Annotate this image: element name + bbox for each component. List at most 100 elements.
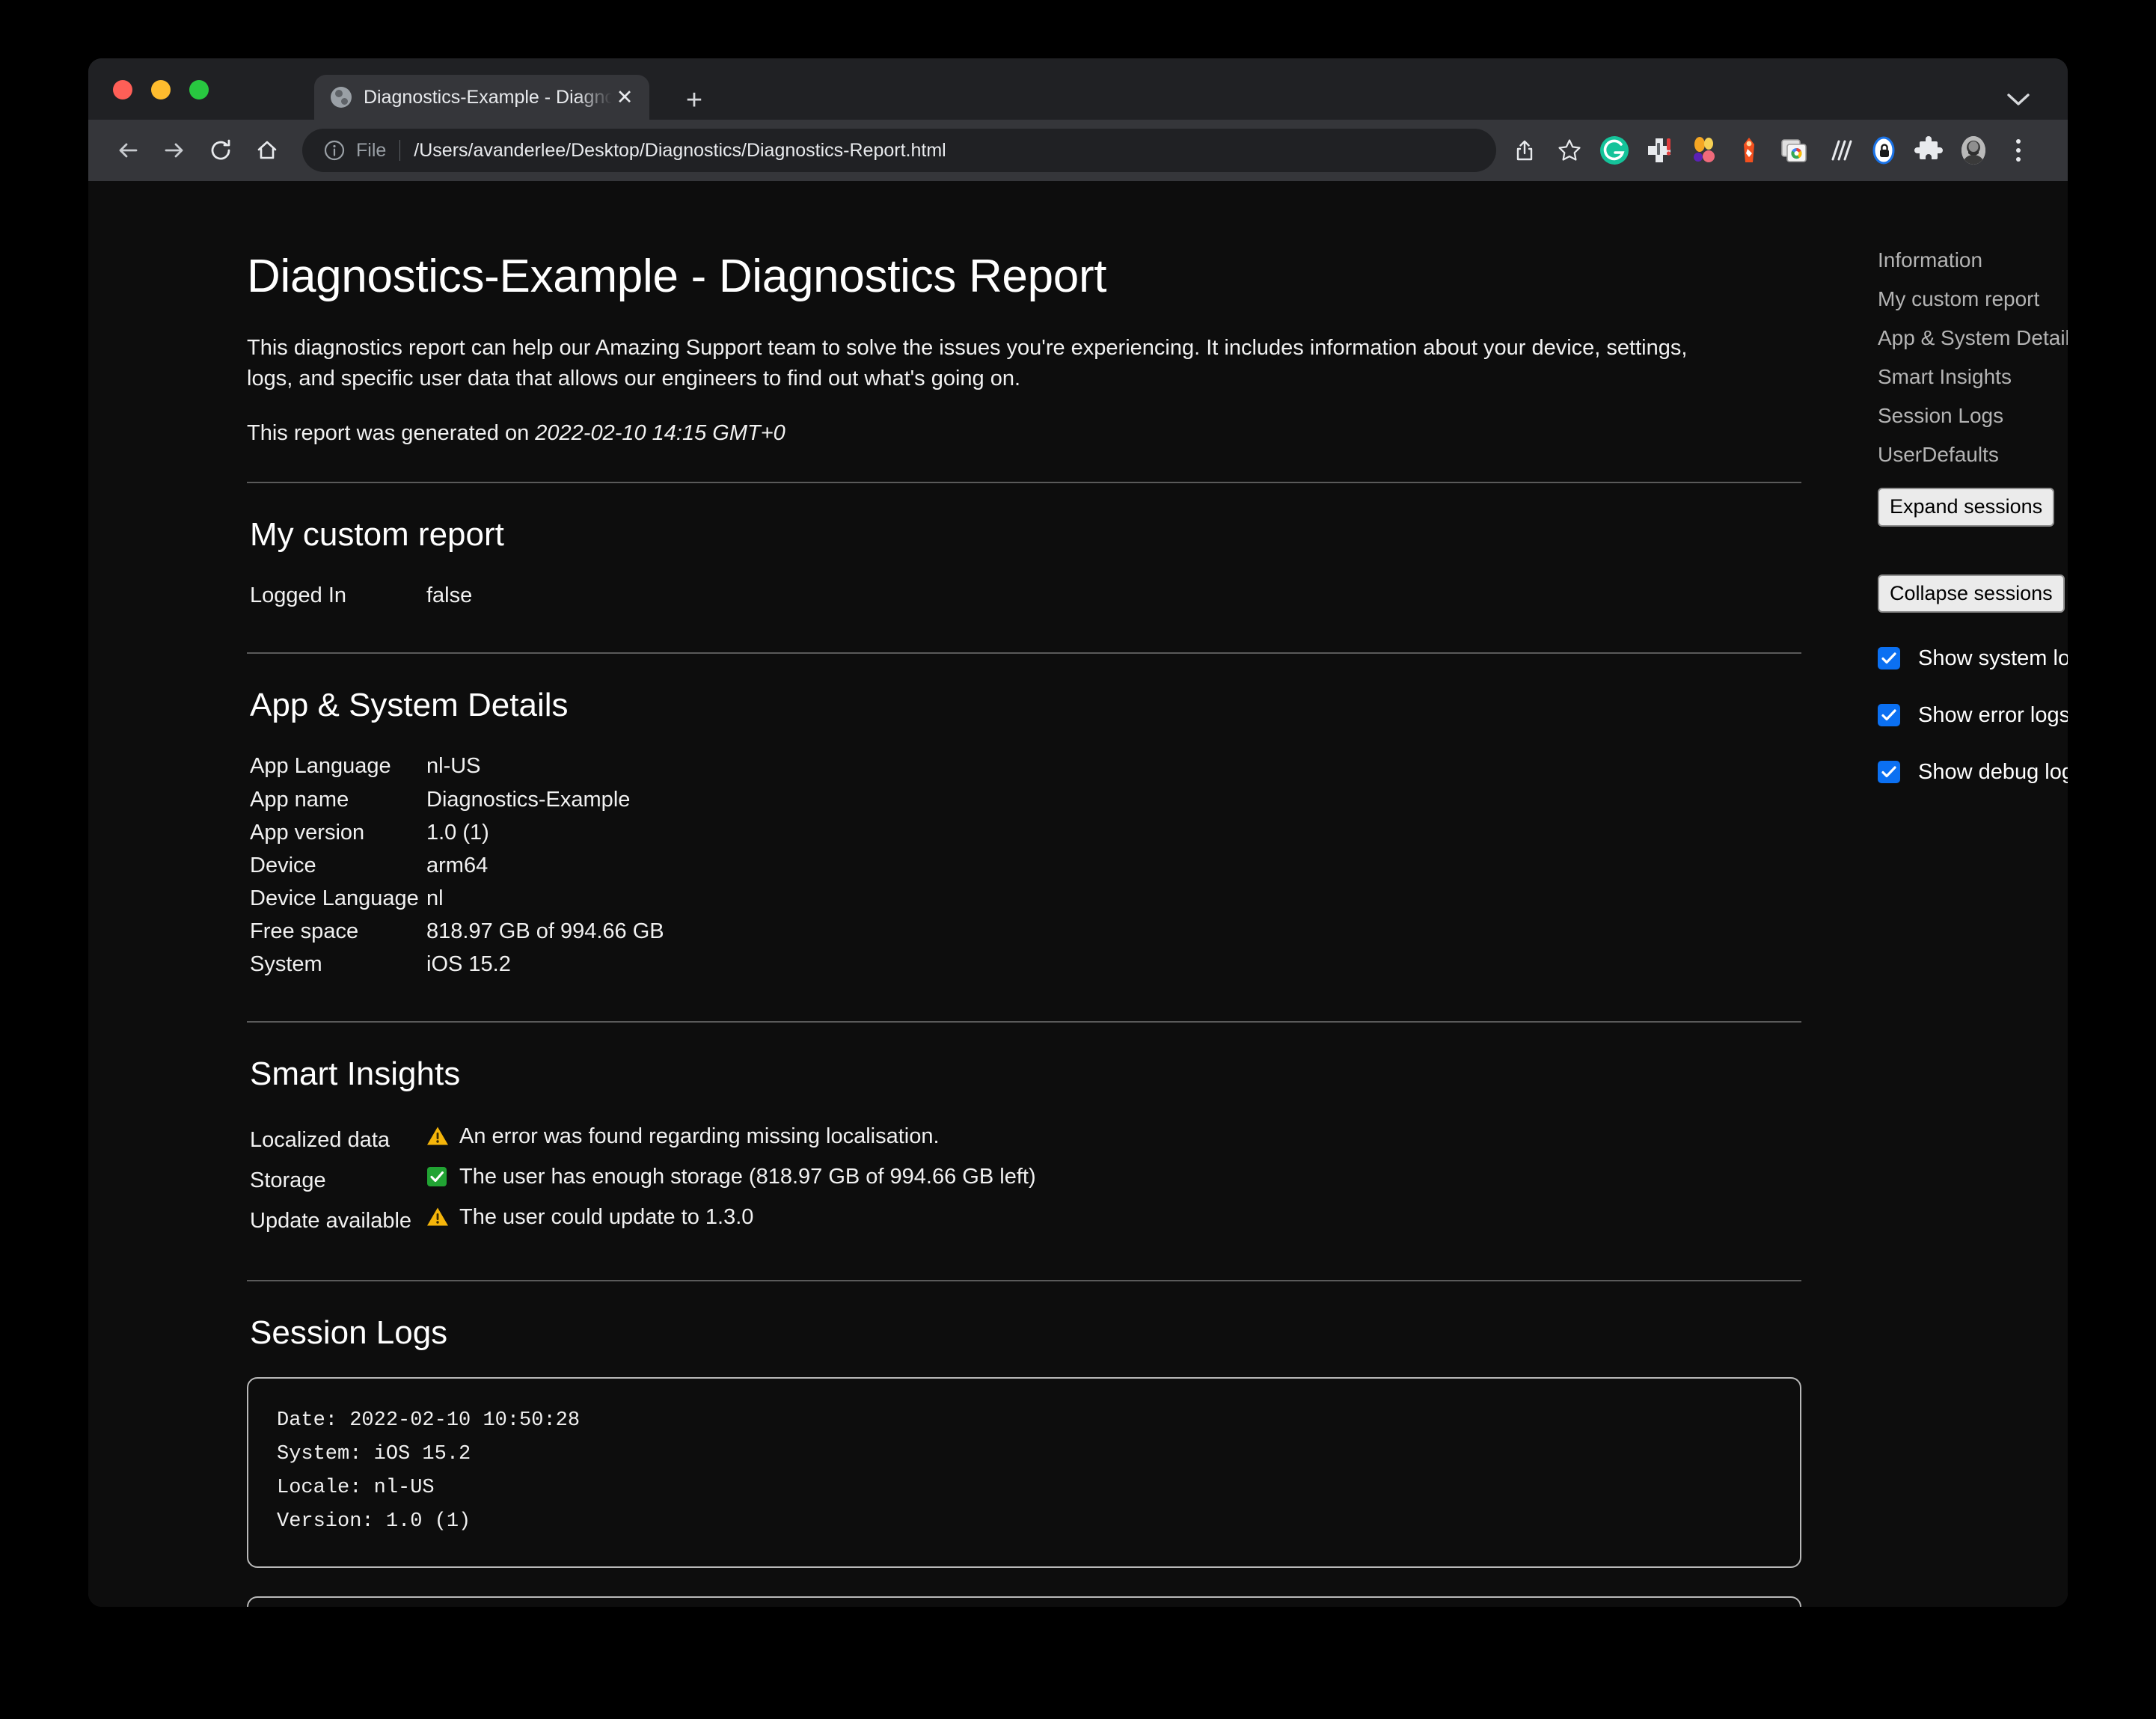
sidebar-item-smart-insights[interactable]: Smart Insights <box>1878 367 2068 387</box>
row-key: App Language <box>250 750 426 782</box>
row-value: 818.97 GB of 994.66 GB <box>426 915 1801 948</box>
table-row: Logged In false <box>250 579 1801 612</box>
sidebar-item-information[interactable]: Information <box>1878 250 2068 271</box>
divider-after-my-custom-report <box>247 652 1801 654</box>
lighthouse-extension-icon[interactable] <box>1728 129 1770 171</box>
browser-toolbar: File /Users/avanderlee/Desktop/Diagnosti… <box>88 120 2068 181</box>
session-log-block: Date: 2022-02-10 10:49:58 System: iOS 15… <box>247 1596 1801 1607</box>
row-value: nl-US <box>426 750 1801 782</box>
row-value: An error was found regarding missing loc… <box>459 1118 940 1155</box>
show-error-logs-checkbox[interactable] <box>1878 704 1900 726</box>
collapse-sessions-button[interactable]: Collapse sessions <box>1878 574 2065 613</box>
forward-arrow-icon[interactable] <box>151 127 197 174</box>
puzzle-extensions-icon[interactable] <box>1908 129 1950 171</box>
app-system-details-table: App Language nl-US App name Diagnostics-… <box>250 750 1801 981</box>
row-key: App version <box>250 816 426 849</box>
page-viewport: Diagnostics-Example - Diagnostics Report… <box>88 181 2068 1607</box>
report-generated-line: This report was generated on 2022-02-10 … <box>247 421 1801 446</box>
reload-icon[interactable] <box>197 127 244 174</box>
profile-avatar[interactable] <box>1953 129 1994 171</box>
row-key: Logged In <box>250 579 426 612</box>
chevron-down-icon[interactable] <box>2002 84 2035 117</box>
warning-icon <box>426 1126 450 1147</box>
site-info-icon[interactable] <box>323 139 346 162</box>
log-line: Date: 2022-02-10 10:50:28 <box>277 1404 1771 1438</box>
window-traffic-lights <box>113 80 209 99</box>
show-system-logs-row[interactable]: Show system logs <box>1878 647 2068 669</box>
row-value: iOS 15.2 <box>426 948 1801 981</box>
sidebar-item-userdefaults[interactable]: UserDefaults <box>1878 444 2068 465</box>
table-row: Update available The user could update t… <box>250 1199 1801 1240</box>
session-log-block: Date: 2022-02-10 10:50:28 System: iOS 15… <box>247 1377 1801 1568</box>
report-intro: This diagnostics report can help our Ama… <box>247 333 1736 394</box>
table-row: Localized data An error was found regard… <box>250 1118 1801 1159</box>
address-bar-separator <box>399 140 400 161</box>
address-bar-scheme: File <box>356 140 386 162</box>
privacy-lock-extension-icon[interactable] <box>1863 129 1905 171</box>
section-title-my-custom-report: My custom report <box>250 516 1801 554</box>
sidebar-item-app-system-details[interactable]: App & System Details <box>1878 328 2068 349</box>
row-value-wrap: The user has enough storage (818.97 GB o… <box>426 1159 1801 1195</box>
collapse-sessions-wrapper: Collapse sessions <box>1878 574 2068 613</box>
divider-after-app-system-details <box>247 1021 1801 1023</box>
row-value-wrap: An error was found regarding missing loc… <box>426 1118 1801 1155</box>
close-window-button[interactable] <box>113 80 132 99</box>
chrome-menu-icon[interactable] <box>1997 129 2039 171</box>
row-value: false <box>426 579 1801 612</box>
row-value: 1.0 (1) <box>426 816 1801 849</box>
row-value-wrap: The user could update to 1.3.0 <box>426 1199 1801 1236</box>
generated-prefix: This report was generated on <box>247 421 535 445</box>
slashes-extension-icon[interactable] <box>1818 129 1860 171</box>
show-debug-logs-label: Show debug logs <box>1918 762 2068 783</box>
row-key: App name <box>250 783 426 816</box>
my-custom-report-table: Logged In false <box>250 579 1801 612</box>
clinic-extension-icon[interactable] <box>1638 129 1680 171</box>
table-row: Device arm64 <box>250 849 1801 882</box>
figma-extension-icon[interactable] <box>1683 129 1725 171</box>
warning-icon <box>426 1207 450 1228</box>
row-value: nl <box>426 882 1801 915</box>
section-title-app-system-details: App & System Details <box>250 687 1801 724</box>
row-value: arm64 <box>426 849 1801 882</box>
grammarly-extension-icon[interactable] <box>1593 129 1635 171</box>
close-tab-icon[interactable]: ✕ <box>612 85 637 110</box>
show-system-logs-label: Show system logs <box>1918 648 2068 669</box>
maximize-window-button[interactable] <box>189 80 209 99</box>
row-key: Device <box>250 849 426 882</box>
tab-strip: Diagnostics-Example - Diagnos ✕ + <box>88 58 2068 120</box>
sidebar-item-my-custom-report[interactable]: My custom report <box>1878 289 2068 310</box>
show-system-logs-checkbox[interactable] <box>1878 647 1900 669</box>
bookmark-star-icon[interactable] <box>1549 129 1590 171</box>
expand-sessions-button[interactable]: Expand sessions <box>1878 488 2054 527</box>
address-bar-url[interactable]: /Users/avanderlee/Desktop/Diagnostics/Di… <box>414 140 946 162</box>
sidebar-item-session-logs[interactable]: Session Logs <box>1878 405 2068 426</box>
home-icon[interactable] <box>244 127 290 174</box>
share-icon[interactable] <box>1504 129 1546 171</box>
row-value: Diagnostics-Example <box>426 783 1801 816</box>
check-mark-icon <box>426 1166 450 1187</box>
log-line: Locale: nl-US <box>277 1471 1771 1505</box>
minimize-window-button[interactable] <box>151 80 171 99</box>
show-error-logs-label: Show error logs <box>1918 705 2068 726</box>
browser-tab[interactable]: Diagnostics-Example - Diagnos ✕ <box>314 75 649 120</box>
address-bar[interactable]: File /Users/avanderlee/Desktop/Diagnosti… <box>302 129 1496 172</box>
show-error-logs-row[interactable]: Show error logs <box>1878 704 2068 726</box>
table-row: System iOS 15.2 <box>250 948 1801 981</box>
table-row: Device Language nl <box>250 882 1801 915</box>
smart-insights-table: Localized data An error was found regard… <box>250 1118 1801 1240</box>
section-title-smart-insights: Smart Insights <box>250 1055 1801 1093</box>
row-key: Update available <box>250 1203 426 1240</box>
back-arrow-icon[interactable] <box>105 127 151 174</box>
chrome-window-extension-icon[interactable] <box>1773 129 1815 171</box>
new-tab-button[interactable]: + <box>679 85 709 115</box>
row-key: System <box>250 948 426 981</box>
report-sidebar: Information My custom report App & Syste… <box>1878 250 2068 783</box>
show-debug-logs-row[interactable]: Show debug logs <box>1878 761 2068 783</box>
table-row: Storage The user has enough storage (818… <box>250 1159 1801 1199</box>
table-row: App version 1.0 (1) <box>250 816 1801 849</box>
log-line: Version: 1.0 (1) <box>277 1505 1771 1539</box>
row-value: The user has enough storage (818.97 GB o… <box>459 1159 1036 1195</box>
divider-after-information <box>247 482 1801 483</box>
show-debug-logs-checkbox[interactable] <box>1878 761 1900 783</box>
log-line: System: iOS 15.2 <box>277 1438 1771 1471</box>
